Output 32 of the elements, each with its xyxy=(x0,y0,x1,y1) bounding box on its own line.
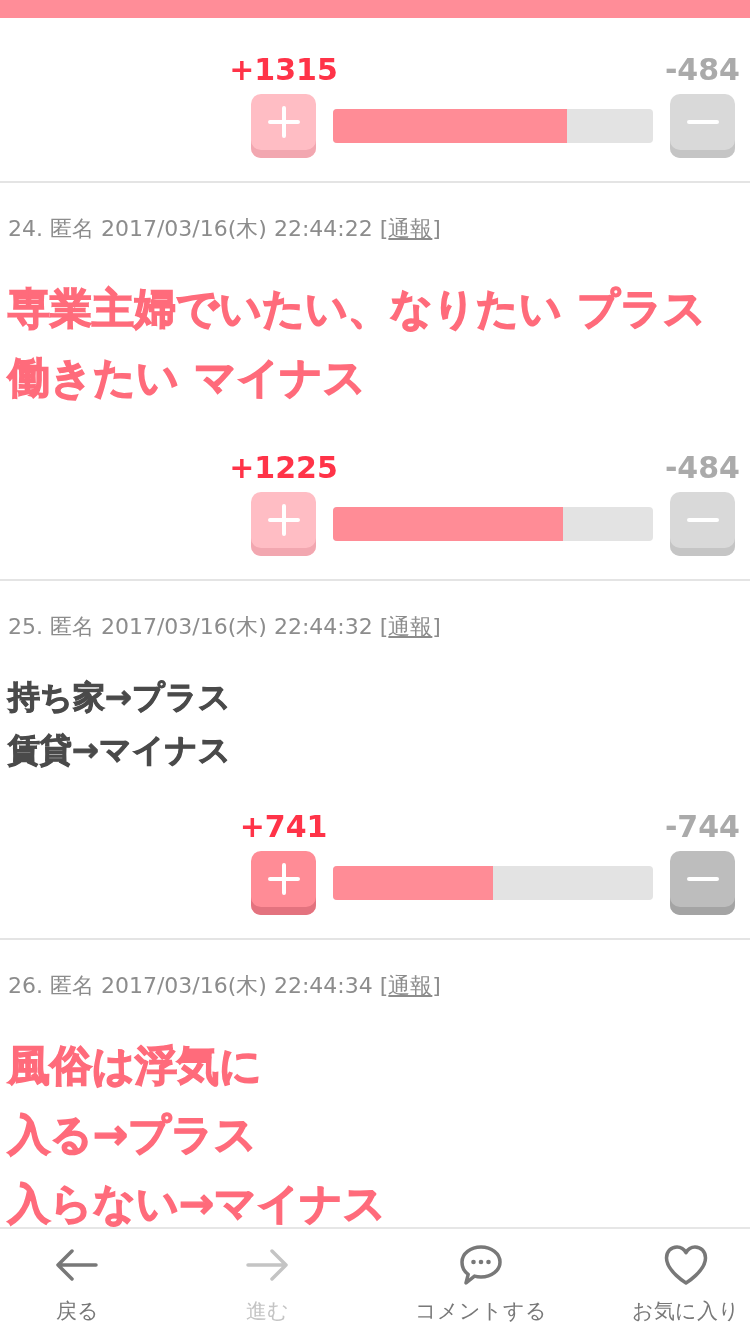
plus-button[interactable] xyxy=(251,94,316,158)
nav-button[interactable]: 戻る xyxy=(55,1229,99,1323)
comment-meta: 24. 匿名 2017/03/16(木) 22:44:22 [通報] xyxy=(7,215,442,243)
minus-button[interactable] xyxy=(670,94,735,158)
comment-meta: 26. 匿名 2017/03/16(木) 22:44:34 [通報] xyxy=(7,972,442,1000)
report-link[interactable]: 通報 xyxy=(388,614,433,639)
report-link[interactable]: 通報 xyxy=(388,216,433,241)
heart-icon xyxy=(664,1243,708,1287)
plus-count: +741 xyxy=(239,810,328,844)
plus-icon xyxy=(267,106,300,138)
plus-icon xyxy=(267,504,300,536)
minus-count: -744 xyxy=(664,810,740,844)
plus-icon xyxy=(267,863,300,895)
nav-button[interactable]: お気に入り xyxy=(632,1229,740,1323)
comment-text: 専業主婦でいたい、なりたい プラス 働きたい マイナス xyxy=(6,288,707,399)
comment-text: 風俗は浮気に 入る→プラス 入らない→マイナス xyxy=(6,1045,388,1225)
minus-icon xyxy=(686,120,719,124)
plus-count: +1225 xyxy=(229,451,338,485)
plus-button[interactable] xyxy=(251,492,316,556)
minus-button[interactable] xyxy=(670,492,735,556)
minus-count: -484 xyxy=(664,53,740,87)
comment-meta: 25. 匿名 2017/03/16(木) 22:44:32 [通報] xyxy=(7,613,442,641)
report-link[interactable]: 通報 xyxy=(388,973,433,998)
plus-count: +1315 xyxy=(229,53,338,87)
nav-button[interactable]: コメントする xyxy=(415,1229,547,1323)
minus-button[interactable] xyxy=(670,851,735,915)
minus-icon xyxy=(686,877,719,881)
minus-count: -484 xyxy=(664,451,740,485)
minus-icon xyxy=(686,518,719,522)
comment-text: 持ち家→プラス 賃貸→マイナス xyxy=(6,681,232,766)
speech-bubble-icon xyxy=(459,1243,503,1287)
plus-button[interactable] xyxy=(251,851,316,915)
